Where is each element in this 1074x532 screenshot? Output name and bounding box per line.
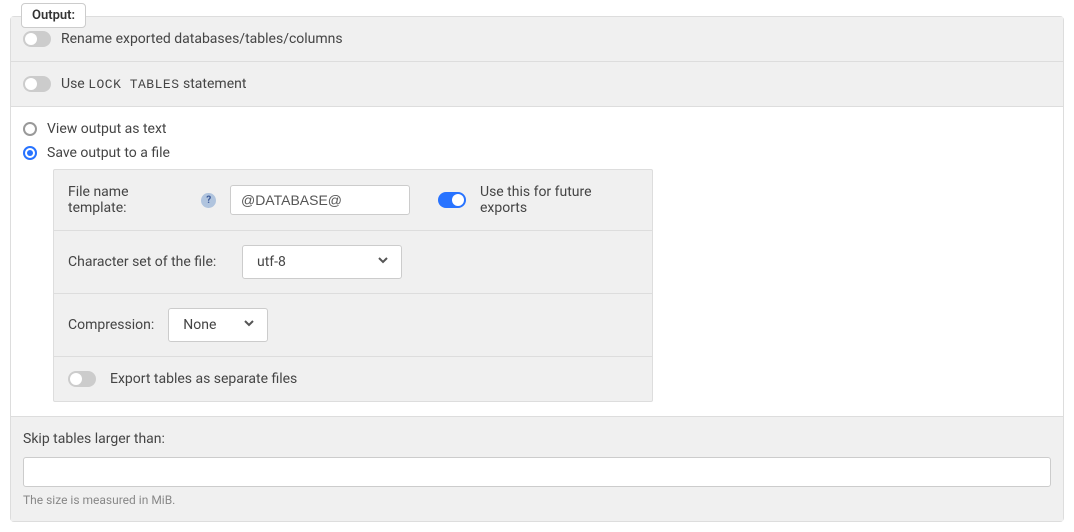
skip-hint: The size is measured in MiB. xyxy=(23,493,1051,507)
rename-section: Rename exported databases/tables/columns xyxy=(11,17,1063,62)
skip-size-input[interactable] xyxy=(23,457,1051,487)
charset-value: utf-8 xyxy=(257,254,286,270)
output-fieldset: Output: Rename exported databases/tables… xyxy=(10,16,1064,522)
rename-label: Rename exported databases/tables/columns xyxy=(61,31,343,47)
lock-tables-section: Use LOCK TABLES statement xyxy=(11,62,1063,107)
rename-toggle[interactable] xyxy=(23,31,51,47)
future-exports-toggle[interactable] xyxy=(438,192,466,208)
file-template-row: File name template: ? Use this for futur… xyxy=(54,170,652,231)
charset-select[interactable]: utf-8 xyxy=(242,245,402,279)
separate-files-toggle[interactable] xyxy=(68,371,96,387)
view-as-text-radio[interactable] xyxy=(23,122,37,136)
file-template-input[interactable] xyxy=(230,185,410,215)
compression-value: None xyxy=(183,317,216,333)
help-icon[interactable]: ? xyxy=(201,193,216,208)
compression-label: Compression: xyxy=(68,317,154,333)
skip-label: Skip tables larger than: xyxy=(23,431,1051,447)
chevron-down-icon xyxy=(377,254,389,270)
fieldset-legend: Output: xyxy=(21,3,86,28)
chevron-down-icon xyxy=(243,317,255,333)
charset-row: Character set of the file: utf-8 xyxy=(54,231,652,294)
charset-label: Character set of the file: xyxy=(68,254,228,270)
skip-section: Skip tables larger than: The size is mea… xyxy=(11,417,1063,521)
save-to-file-label: Save output to a file xyxy=(47,145,170,161)
file-settings-box: File name template: ? Use this for futur… xyxy=(53,169,653,402)
compression-select[interactable]: None xyxy=(168,308,268,342)
view-as-text-label: View output as text xyxy=(47,121,167,137)
save-to-file-radio[interactable] xyxy=(23,146,37,160)
separate-files-label: Export tables as separate files xyxy=(110,371,297,387)
file-template-label: File name template: xyxy=(68,184,187,216)
lock-tables-label: Use LOCK TABLES statement xyxy=(61,76,246,92)
separate-files-row: Export tables as separate files xyxy=(54,357,652,401)
lock-tables-toggle[interactable] xyxy=(23,76,51,92)
output-mode-section: View output as text Save output to a fil… xyxy=(11,107,1063,417)
future-exports-label: Use this for future exports xyxy=(480,184,638,216)
compression-row: Compression: None xyxy=(54,294,652,357)
